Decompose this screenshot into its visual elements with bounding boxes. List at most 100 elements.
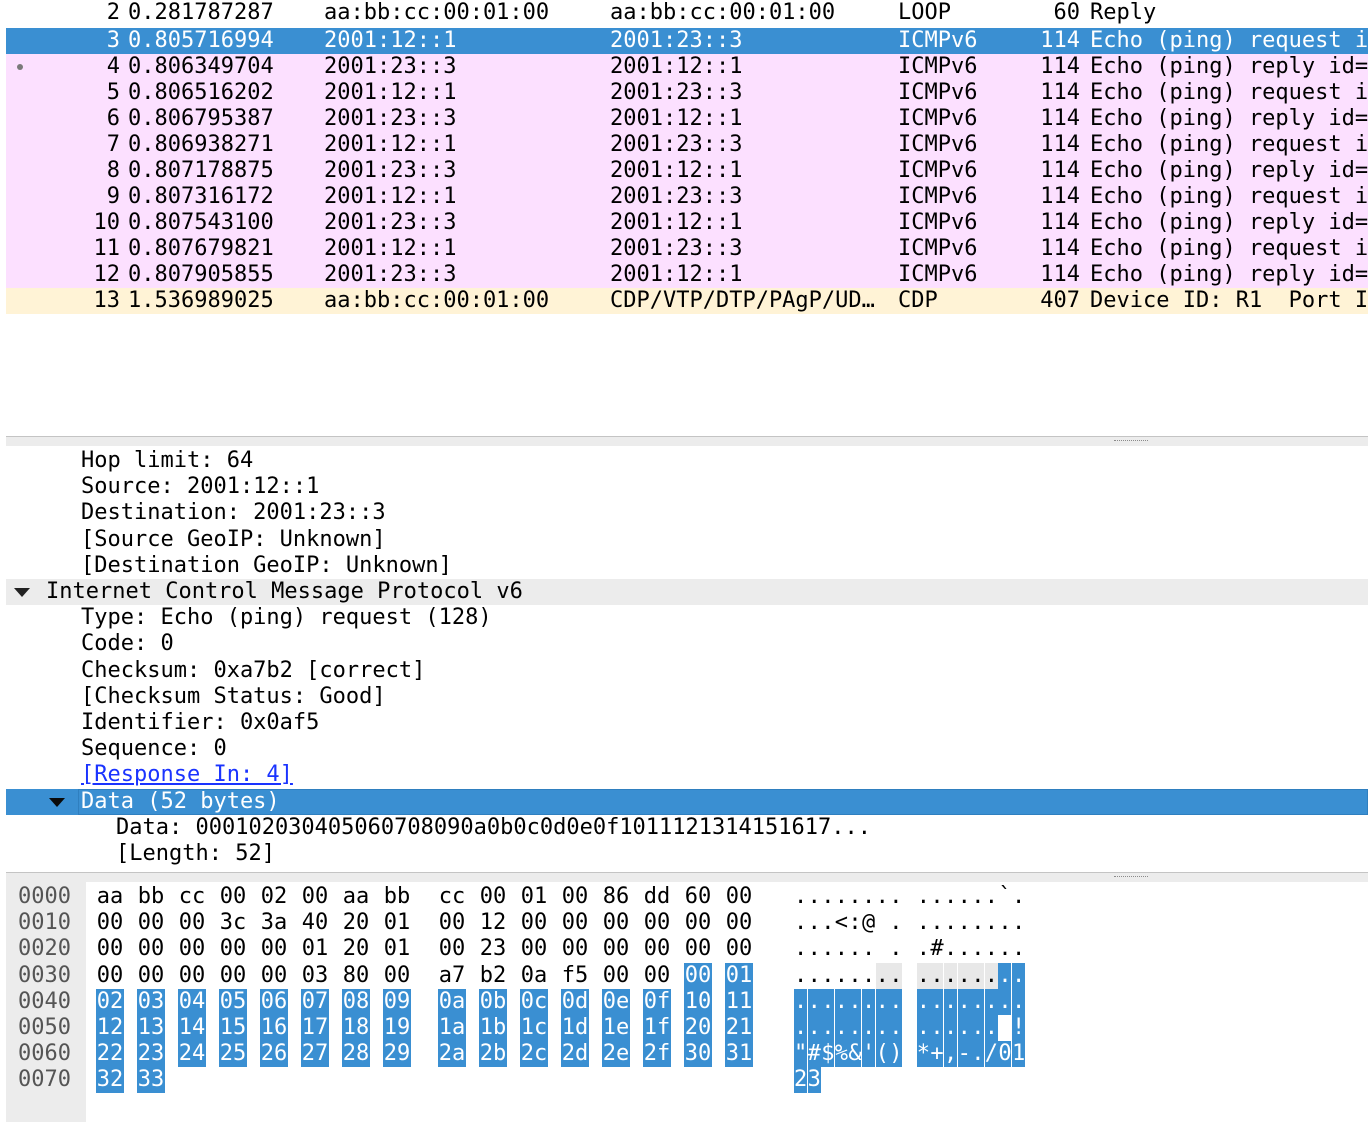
hex-byte[interactable]: 0a: [520, 963, 548, 989]
ascii-char[interactable]: .: [930, 988, 944, 1015]
hex-byte[interactable]: 86: [602, 884, 630, 910]
ascii-char[interactable]: .: [958, 936, 971, 962]
hex-byte[interactable]: 00: [684, 962, 712, 989]
ascii-char[interactable]: .: [834, 988, 848, 1015]
hex-byte[interactable]: 05: [219, 988, 247, 1015]
hex-byte[interactable]: 00: [725, 936, 753, 962]
ascii-char[interactable]: .: [794, 1015, 807, 1041]
hex-byte[interactable]: dd: [643, 884, 671, 910]
ascii-char[interactable]: .: [875, 1015, 889, 1041]
packet-row[interactable]: 8 0.807178875 2001:23::3 2001:12::1 ICMPv6 11…: [6, 158, 1368, 184]
packet-row[interactable]: 9 0.807316172 2001:12::1 2001:23::3 ICMPv6 11…: [6, 184, 1368, 210]
hex-byte[interactable]: 20: [342, 936, 370, 962]
hex-byte[interactable]: 15: [219, 1015, 247, 1041]
hex-byte[interactable]: 00: [137, 910, 165, 936]
hex-byte[interactable]: 00: [438, 936, 466, 962]
hex-byte[interactable]: 60: [684, 884, 712, 910]
ascii-char[interactable]: .: [944, 1015, 957, 1041]
packet-row[interactable]: 11 0.807679821 2001:12::1 2001:23::3 ICMPv6 1…: [6, 236, 1368, 262]
ascii-char[interactable]: ": [794, 1041, 807, 1068]
hex-byte[interactable]: 17: [301, 1015, 329, 1041]
hex-byte[interactable]: 08: [342, 988, 370, 1015]
ascii-char[interactable]: +: [930, 1041, 944, 1068]
tree-field[interactable]: Data: 000102030405060708090a0b0c0d0e0f10…: [6, 815, 1368, 841]
hex-byte[interactable]: 09: [383, 988, 411, 1015]
hex-byte[interactable]: bb: [137, 884, 165, 910]
expand-arrow-icon[interactable]: [49, 797, 65, 807]
ascii-char[interactable]: .: [985, 910, 998, 936]
ascii-char[interactable]: .: [808, 910, 821, 936]
ascii-char[interactable]: @: [862, 910, 875, 936]
ascii-char[interactable]: .: [1012, 988, 1025, 1015]
ascii-char[interactable]: .: [794, 884, 807, 910]
ascii-char[interactable]: .: [821, 963, 834, 989]
hex-byte[interactable]: 28: [342, 1041, 370, 1068]
ascii-char[interactable]: .: [998, 962, 1012, 989]
packet-row[interactable]: 7 0.806938271 2001:12::1 2001:23::3 ICMPv6 11…: [6, 132, 1368, 158]
ascii-char[interactable]: .: [998, 988, 1012, 1015]
ascii-char[interactable]: .: [794, 910, 807, 936]
hex-byte[interactable]: 00: [96, 910, 124, 936]
tree-field[interactable]: Identifier: 0x0af5: [6, 710, 1368, 736]
ascii-char[interactable]: .: [998, 910, 1011, 936]
ascii-char[interactable]: .: [821, 884, 834, 910]
hex-byte[interactable]: 00: [643, 936, 671, 962]
ascii-char[interactable]: 2: [794, 1067, 807, 1094]
hex-byte[interactable]: 12: [96, 1015, 124, 1041]
hex-byte[interactable]: 00: [684, 936, 712, 962]
hex-byte[interactable]: 32: [96, 1067, 124, 1094]
hex-byte[interactable]: 0c: [520, 988, 548, 1015]
hex-byte[interactable]: 00: [219, 936, 247, 962]
hex-byte[interactable]: 33: [137, 1067, 165, 1094]
ascii-char[interactable]: .: [958, 884, 971, 910]
ascii-char[interactable]: .: [957, 988, 971, 1015]
ascii-char[interactable]: .: [835, 963, 848, 989]
ascii-char[interactable]: &: [848, 1041, 862, 1068]
hex-byte[interactable]: 00: [260, 963, 288, 989]
packet-row[interactable]: 13 1.536989025 aa:bb:cc:00:01:00 CDP/VTP/DT…: [6, 288, 1368, 314]
hex-byte[interactable]: a7: [438, 963, 466, 989]
ascii-char[interactable]: .: [944, 962, 957, 989]
ascii-char[interactable]: .: [917, 936, 930, 962]
hex-byte[interactable]: 16: [260, 1015, 288, 1041]
tree-node-expandable[interactable]: Data (52 bytes): [6, 788, 1368, 815]
hex-byte[interactable]: 40: [301, 910, 329, 936]
hex-byte[interactable]: 2f: [643, 1041, 671, 1068]
ascii-char[interactable]: .: [1012, 910, 1025, 936]
packet-bytes-pane[interactable]: 0000 aa bb cc 00 02 00 aa bb cc 00 01 00 86 dd 60 00....…: [6, 882, 1368, 1122]
hex-byte[interactable]: 20: [342, 910, 370, 936]
ascii-char[interactable]: .: [808, 963, 821, 989]
packet-row[interactable]: 3 0.805716994 2001:12::1 2001:23::3 ICMPv6 11…: [6, 28, 1368, 54]
ascii-char[interactable]: .: [916, 962, 930, 989]
ascii-char[interactable]: .: [958, 910, 971, 936]
tree-field[interactable]: Checksum: 0xa7b2 [correct]: [6, 658, 1368, 684]
ascii-char[interactable]: .: [862, 963, 875, 989]
hex-byte[interactable]: 00: [479, 884, 507, 910]
ascii-char[interactable]: !: [1012, 1015, 1025, 1041]
hex-byte[interactable]: 04: [178, 988, 206, 1015]
hex-byte[interactable]: 14: [178, 1015, 206, 1041]
hex-byte[interactable]: 2b: [479, 1041, 507, 1068]
ascii-char[interactable]: .: [984, 988, 998, 1015]
ascii-char[interactable]: .: [794, 988, 807, 1015]
ascii-char[interactable]: .: [794, 963, 807, 989]
hex-byte[interactable]: 0a: [438, 988, 466, 1015]
hex-byte[interactable]: 1a: [438, 1015, 466, 1041]
ascii-char[interactable]: .: [971, 1041, 984, 1068]
ascii-char[interactable]: .: [862, 988, 875, 1015]
hex-byte[interactable]: 2e: [602, 1041, 630, 1068]
hex-byte[interactable]: 29: [383, 1041, 411, 1068]
ascii-char[interactable]: .: [807, 1015, 821, 1041]
ascii-char[interactable]: ,: [944, 1041, 957, 1068]
tree-field[interactable]: [Source GeoIP: Unknown]: [6, 527, 1368, 553]
hex-byte[interactable]: 2d: [561, 1041, 589, 1068]
hex-byte[interactable]: 03: [137, 988, 165, 1015]
hex-byte[interactable]: 31: [725, 1041, 753, 1068]
ascii-char[interactable]: #: [930, 936, 943, 962]
hex-byte[interactable]: 03: [301, 963, 329, 989]
packet-details-pane[interactable]: Hop limit: 64 Source: 2001:12::1 Destinati…: [6, 446, 1368, 872]
hex-byte[interactable]: 00: [219, 884, 247, 910]
hex-byte[interactable]: 01: [383, 936, 411, 962]
ascii-char[interactable]: .: [944, 910, 957, 936]
ascii-char[interactable]: .: [984, 1015, 998, 1041]
